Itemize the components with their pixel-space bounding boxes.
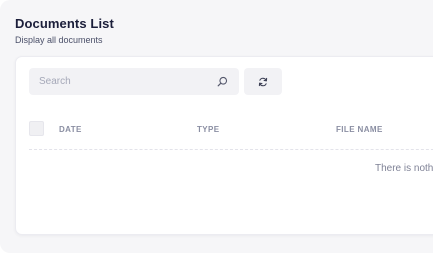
search-input[interactable] bbox=[39, 68, 209, 95]
column-header-file-name[interactable]: FILE NAME bbox=[336, 125, 383, 134]
search-icon[interactable] bbox=[217, 76, 228, 87]
refresh-icon bbox=[258, 77, 268, 87]
page: Documents List Display all documents DAT… bbox=[0, 0, 433, 253]
table-header-divider bbox=[29, 149, 433, 150]
refresh-button[interactable] bbox=[244, 68, 282, 95]
column-header-type[interactable]: TYPE bbox=[197, 125, 220, 134]
page-title: Documents List bbox=[15, 16, 114, 31]
empty-state-message: There is noth bbox=[375, 163, 433, 174]
select-all-checkbox[interactable] bbox=[29, 121, 44, 136]
column-header-date[interactable]: DATE bbox=[59, 125, 82, 134]
page-subtitle: Display all documents bbox=[15, 35, 103, 45]
search-box[interactable] bbox=[29, 68, 239, 95]
documents-card: DATE TYPE FILE NAME There is noth bbox=[15, 56, 433, 235]
